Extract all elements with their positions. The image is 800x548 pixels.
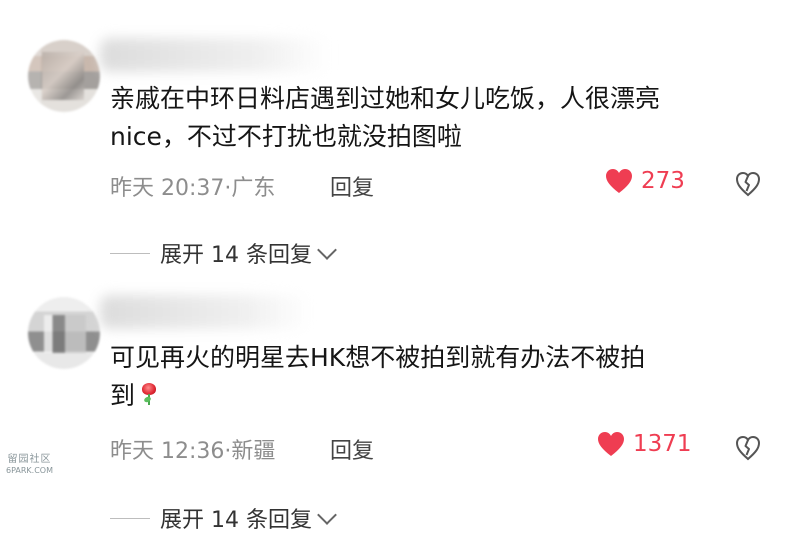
comment-line: nice，不过不打扰也就没拍图啦 — [110, 122, 462, 151]
expand-replies-label: 展开 14 条回复 — [160, 243, 312, 268]
comment-line: 可见再火的明星去HK想不被拍到就有办法不被拍 — [110, 343, 646, 372]
expand-replies-label: 展开 14 条回复 — [160, 508, 312, 533]
reply-button[interactable]: 回复 — [330, 433, 374, 465]
blurred-username — [100, 38, 330, 72]
heart-icon — [598, 432, 624, 456]
comment-line-with-emoji: 到 — [110, 377, 760, 415]
divider-line — [110, 252, 150, 254]
comment-text: 可见再火的明星去HK想不被拍到就有办法不被拍 到 — [110, 339, 760, 415]
like-button[interactable]: 273 — [605, 168, 685, 194]
watermark-text: 6PARK.COM — [6, 466, 54, 475]
avatar[interactable] — [28, 40, 100, 112]
like-button[interactable]: 1371 — [597, 431, 692, 457]
comment-screenshot: 亲戚在中环日料店遇到过她和女儿吃饭，人很漂亮 nice，不过不打扰也就没拍图啦 … — [0, 0, 800, 548]
site-watermark: 留园社区 6PARK.COM — [6, 454, 53, 476]
like-count: 273 — [641, 168, 685, 194]
rose-icon — [139, 382, 159, 406]
comment-line: 到 — [110, 381, 136, 410]
broken-heart-icon[interactable] — [735, 171, 761, 197]
heart-icon — [606, 169, 632, 193]
expand-replies-button[interactable]: 展开 14 条回复 — [110, 237, 337, 269]
blurred-username — [100, 295, 310, 329]
comment-timestamp-location: 昨天 12:36·新疆 — [110, 439, 276, 464]
chevron-down-icon — [317, 240, 337, 260]
comment-text: 亲戚在中环日料店遇到过她和女儿吃饭，人很漂亮 nice，不过不打扰也就没拍图啦 — [110, 80, 760, 156]
broken-heart-icon[interactable] — [735, 435, 761, 461]
comment-line: 亲戚在中环日料店遇到过她和女儿吃饭，人很漂亮 — [110, 84, 661, 113]
chevron-down-icon — [317, 505, 337, 525]
reply-button[interactable]: 回复 — [330, 170, 374, 202]
like-count: 1371 — [633, 431, 692, 457]
avatar[interactable] — [28, 297, 100, 369]
divider-line — [110, 517, 150, 519]
watermark-text: 留园社区 — [7, 454, 52, 465]
expand-replies-button[interactable]: 展开 14 条回复 — [110, 502, 337, 534]
comment-timestamp-location: 昨天 20:37·广东 — [110, 176, 276, 201]
